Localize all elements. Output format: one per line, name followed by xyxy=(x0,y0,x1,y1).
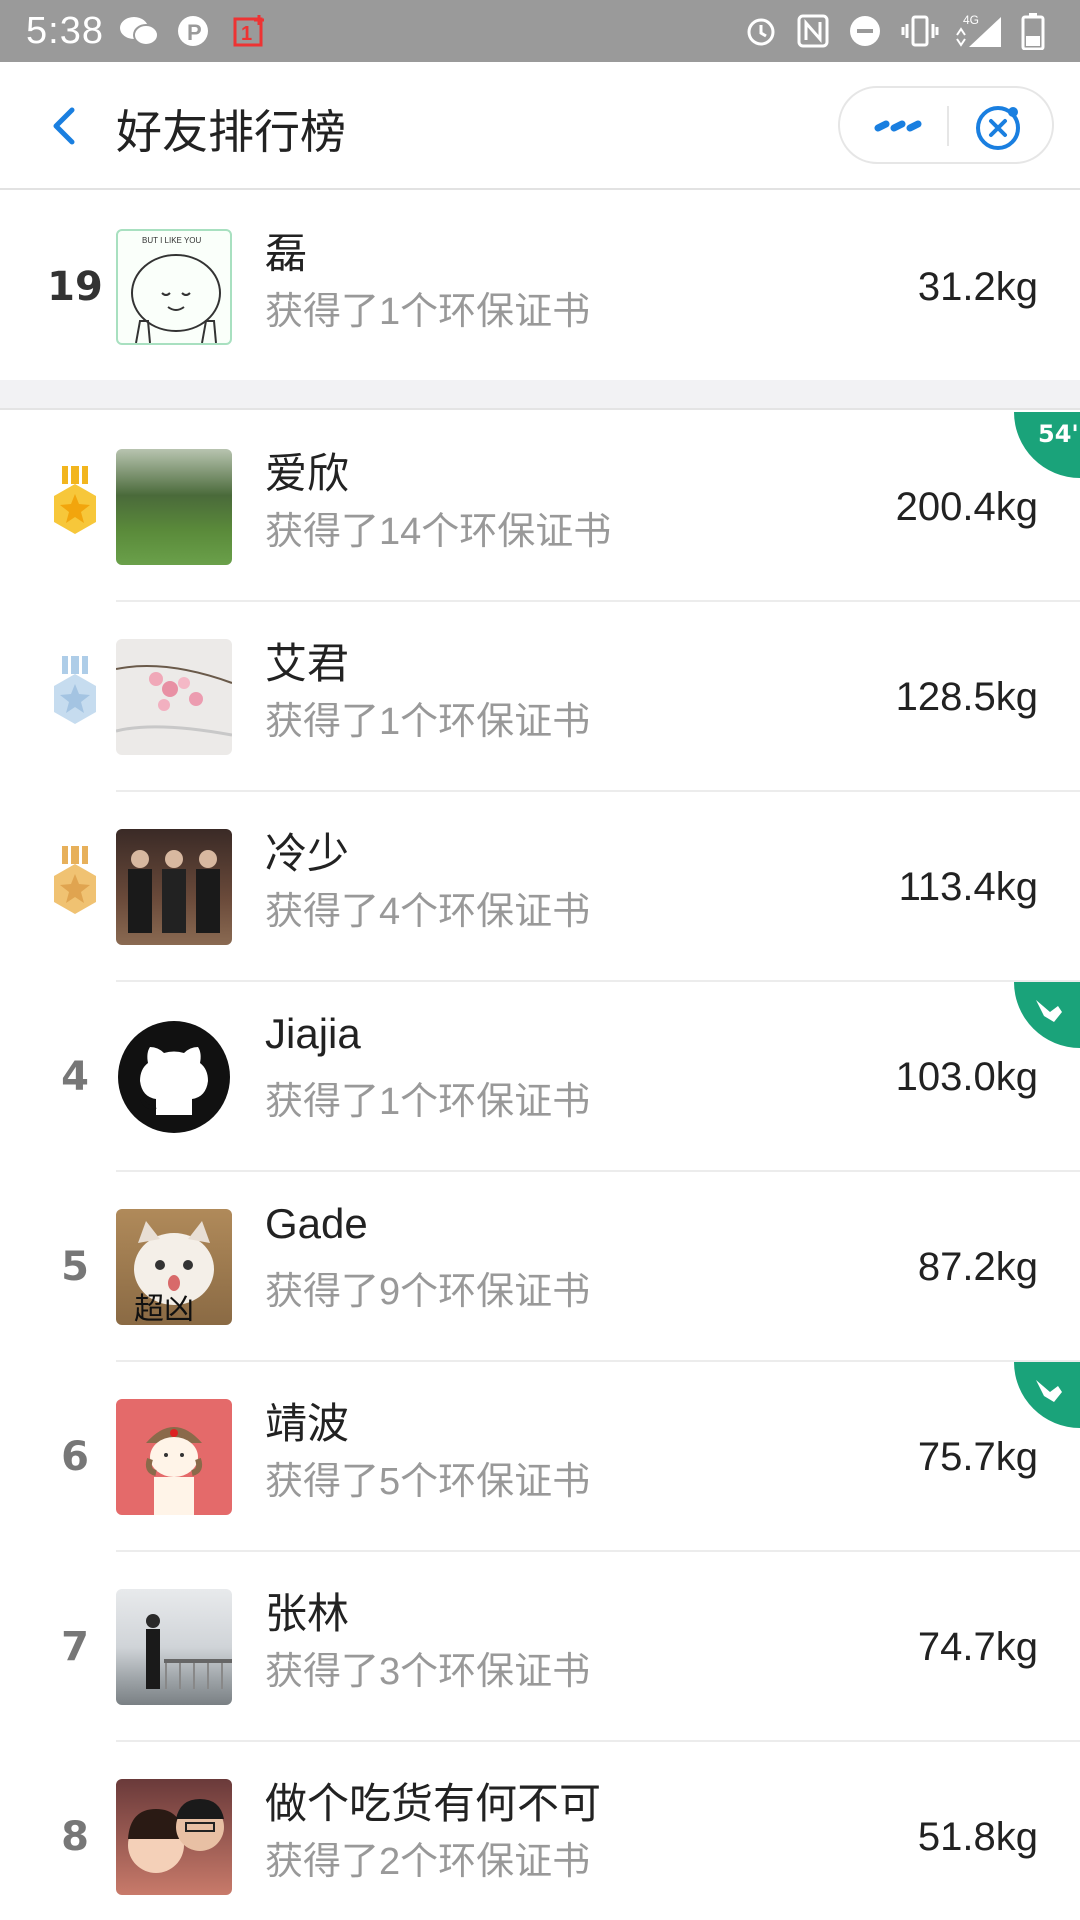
svg-text:超凶: 超凶 xyxy=(134,1292,194,1325)
bronze-medal-icon xyxy=(48,844,102,944)
alarm-icon xyxy=(742,12,780,50)
dnd-icon xyxy=(846,12,884,50)
battery-icon xyxy=(1018,12,1048,50)
list-item[interactable]: 5 超凶 Gade 获得了9个环保证书 87.2kg xyxy=(0,1172,1080,1362)
friend-name: 冷少 xyxy=(265,830,350,877)
oneplus-icon: 1 xyxy=(230,12,270,50)
back-button[interactable] xyxy=(36,96,96,156)
gold-medal-icon xyxy=(48,464,102,564)
mini-program-capsule xyxy=(838,86,1054,164)
silver-medal-icon xyxy=(48,654,102,754)
chevron-left-icon xyxy=(53,107,75,145)
friend-name: 磊 xyxy=(265,230,308,277)
more-button[interactable] xyxy=(870,106,930,146)
list-item[interactable]: 4 Jiajia 获得了1个环保证书 103.0kg xyxy=(0,982,1080,1172)
svg-text:1: 1 xyxy=(241,23,252,45)
avatar xyxy=(116,829,232,945)
close-button[interactable] xyxy=(972,102,1024,154)
svg-text:54': 54' xyxy=(1038,420,1079,448)
friend-name: Jiajia xyxy=(265,1010,361,1057)
status-bar: 5:38 P 1 4G xyxy=(0,0,1080,62)
avatar xyxy=(116,1589,232,1705)
more-dots-icon xyxy=(874,120,922,132)
energy-countdown-badge[interactable]: 54' xyxy=(1014,412,1080,478)
avatar xyxy=(116,449,232,565)
certificate-count: 获得了9个环保证书 xyxy=(265,1271,591,1313)
certificate-count: 获得了1个环保证书 xyxy=(265,291,591,333)
avatar xyxy=(116,1779,232,1895)
p-app-icon: P xyxy=(176,12,210,50)
list-item[interactable]: 冷少 获得了4个环保证书 113.4kg xyxy=(0,792,1080,982)
carbon-weight: 128.5kg xyxy=(895,675,1038,719)
carbon-weight: 51.8kg xyxy=(917,1815,1038,1859)
collect-energy-hand-icon[interactable] xyxy=(1014,982,1080,1048)
friend-name: 爱欣 xyxy=(265,450,350,497)
page-title: 好友排行榜 xyxy=(116,106,346,158)
list-item[interactable]: 爱欣 获得了14个环保证书 200.4kg 54' xyxy=(0,412,1080,602)
certificate-count: 获得了2个环保证书 xyxy=(265,1841,591,1883)
rank-number: 5 xyxy=(61,1244,89,1290)
signal-4g-icon: 4G xyxy=(952,12,1004,50)
github-avatar-icon xyxy=(116,1019,232,1135)
svg-text:P: P xyxy=(187,20,202,45)
friend-name: 张林 xyxy=(265,1590,350,1637)
avatar: 超凶 xyxy=(116,1209,232,1325)
svg-text:BUT I LIKE YOU: BUT I LIKE YOU xyxy=(142,236,202,245)
avatar xyxy=(116,1399,232,1515)
status-time: 5:38 xyxy=(26,10,104,52)
certificate-count: 获得了1个环保证书 xyxy=(265,1081,591,1123)
rank-number: 19 xyxy=(47,264,103,310)
list-item[interactable]: 7 张林 获得了3个环保证书 74.7kg xyxy=(0,1552,1080,1742)
rank-number: 4 xyxy=(61,1054,89,1100)
carbon-weight: 74.7kg xyxy=(917,1625,1038,1669)
rank-number: 7 xyxy=(61,1624,89,1670)
vibrate-icon xyxy=(900,12,940,50)
friend-name: Gade xyxy=(265,1200,368,1247)
certificate-count: 获得了3个环保证书 xyxy=(265,1651,591,1693)
friend-name: 艾君 xyxy=(265,640,350,687)
carbon-weight: 31.2kg xyxy=(917,265,1038,309)
close-circle-icon xyxy=(976,106,1020,150)
wechat-icon xyxy=(118,12,160,50)
nfc-icon xyxy=(794,12,832,50)
nav-header: 好友排行榜 xyxy=(0,62,1080,190)
certificate-count: 获得了1个环保证书 xyxy=(265,701,591,743)
svg-text:4G: 4G xyxy=(963,13,979,27)
section-gap xyxy=(0,380,1080,410)
certificate-count: 获得了14个环保证书 xyxy=(265,511,612,553)
friend-name: 靖波 xyxy=(265,1400,350,1447)
rank-number: 8 xyxy=(61,1814,89,1860)
collect-energy-hand-icon[interactable] xyxy=(1014,1362,1080,1428)
list-item[interactable]: 艾君 获得了1个环保证书 128.5kg xyxy=(0,602,1080,792)
list-item[interactable]: 6 靖波 获得了5个环保证书 75.7kg xyxy=(0,1362,1080,1552)
avatar: BUT I LIKE YOU xyxy=(116,229,232,345)
avatar xyxy=(116,639,232,755)
capsule-divider xyxy=(947,106,949,146)
rank-number: 6 xyxy=(61,1434,89,1480)
friend-name: 做个吃货有何不可 xyxy=(265,1780,602,1827)
certificate-count: 获得了4个环保证书 xyxy=(265,891,591,933)
carbon-weight: 87.2kg xyxy=(917,1245,1038,1289)
certificate-count: 获得了5个环保证书 xyxy=(265,1461,591,1503)
my-rank-row[interactable]: 19 BUT I LIKE YOU 磊 获得了1个环保证书 31.2kg xyxy=(0,192,1080,382)
carbon-weight: 113.4kg xyxy=(898,865,1038,909)
list-item[interactable]: 8 做个吃货有何不可 获得了2个环保证书 51.8kg xyxy=(0,1742,1080,1920)
